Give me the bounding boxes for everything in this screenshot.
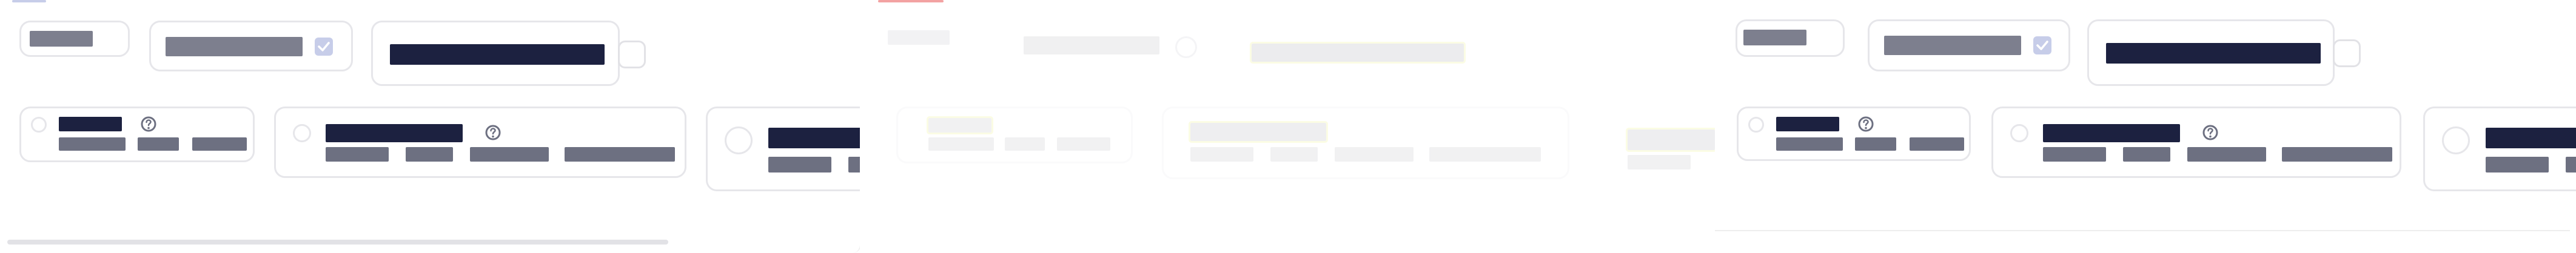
tab-accent-left — [12, 0, 46, 2]
check-icon — [318, 42, 330, 51]
checkbox-empty[interactable] — [2333, 39, 2361, 67]
checkbox-placeholder — [1175, 36, 1197, 58]
radio-button[interactable] — [2442, 126, 2470, 154]
radio-detail-placeholder — [1057, 137, 1110, 151]
option-card-checkbox[interactable] — [149, 21, 353, 71]
radio-title-placeholder — [927, 116, 993, 134]
radio-detail-placeholder — [2123, 147, 2170, 162]
radio-button[interactable] — [1748, 117, 1764, 133]
tab-accent-middle — [878, 0, 944, 2]
help-icon[interactable] — [1857, 116, 1874, 133]
panel-left — [0, 0, 888, 253]
checkbox-checked[interactable] — [2033, 36, 2051, 54]
radio-detail-placeholder — [406, 147, 453, 162]
option-label-placeholder — [1884, 36, 2021, 55]
radio-title-placeholder — [1626, 128, 1717, 152]
radio-title-placeholder — [59, 117, 122, 131]
check-icon — [2036, 41, 2048, 50]
radio-detail-placeholder — [2187, 147, 2266, 162]
option-label-placeholder — [30, 31, 93, 47]
panel-middle — [860, 0, 1717, 253]
help-icon[interactable] — [2202, 124, 2219, 141]
radio-card-1[interactable] — [1737, 107, 1971, 161]
checkbox-empty[interactable] — [618, 41, 646, 68]
radio-detail-placeholder — [59, 137, 126, 151]
radio-detail-placeholder — [1270, 147, 1318, 162]
help-icon[interactable] — [485, 124, 501, 141]
option-label-placeholder — [166, 37, 303, 56]
radio-detail-placeholder — [2566, 157, 2576, 172]
radio-card-faded-1 — [896, 107, 1133, 163]
option-card-large[interactable] — [371, 21, 646, 86]
radio-card-1[interactable] — [19, 107, 255, 162]
panel-right — [1715, 0, 2576, 253]
option-title-placeholder — [390, 44, 605, 65]
option-label-placeholder — [1024, 36, 1159, 54]
highlighted-title-placeholder — [1250, 42, 1466, 64]
radio-title-placeholder — [1189, 121, 1328, 143]
checkbox-checked[interactable] — [315, 38, 333, 56]
radio-detail-placeholder — [1855, 137, 1896, 151]
option-label-placeholder — [1743, 30, 1806, 45]
radio-detail-placeholder — [1628, 155, 1691, 169]
option-card-small[interactable] — [19, 21, 130, 57]
radio-detail-placeholder — [768, 157, 831, 172]
option-title-placeholder — [2106, 43, 2321, 64]
radio-detail-placeholder — [326, 147, 389, 162]
radio-detail-placeholder — [470, 147, 549, 162]
radio-button[interactable] — [2010, 124, 2028, 142]
radio-card-2[interactable] — [1991, 107, 2401, 178]
option-card-large[interactable] — [2087, 19, 2361, 86]
radio-card-faded-2 — [1162, 107, 1569, 179]
radio-detail-placeholder — [2043, 147, 2106, 162]
option-label-placeholder — [888, 30, 950, 45]
radio-button[interactable] — [293, 124, 311, 142]
radio-detail-placeholder — [138, 137, 179, 151]
radio-detail-placeholder — [1776, 137, 1843, 151]
horizontal-scrollbar[interactable] — [7, 240, 668, 245]
option-card-checkbox[interactable] — [1868, 19, 2070, 71]
radio-detail-placeholder — [1910, 137, 1964, 151]
radio-title-placeholder — [1776, 117, 1839, 131]
radio-detail-placeholder — [565, 147, 675, 162]
page-root — [0, 0, 2576, 253]
radio-card-3-partial[interactable] — [2423, 107, 2576, 191]
radio-detail-placeholder — [192, 137, 247, 151]
radio-title-placeholder — [326, 124, 463, 142]
radio-button[interactable] — [31, 117, 47, 133]
radio-detail-placeholder — [1190, 147, 1253, 162]
radio-detail-placeholder — [1429, 147, 1541, 162]
option-card-small[interactable] — [1736, 19, 1845, 57]
radio-detail-placeholder — [928, 137, 994, 151]
radio-detail-placeholder — [1335, 147, 1414, 162]
radio-title-placeholder — [2043, 124, 2180, 142]
radio-detail-placeholder — [1005, 137, 1045, 151]
radio-detail-placeholder — [2486, 157, 2549, 172]
radio-button[interactable] — [725, 126, 753, 154]
radio-detail-placeholder — [2282, 147, 2392, 162]
radio-title-placeholder — [768, 128, 862, 148]
help-icon[interactable] — [140, 116, 157, 133]
radio-title-placeholder — [2486, 128, 2576, 148]
panel-divider — [1715, 230, 2570, 231]
radio-card-2[interactable] — [274, 107, 686, 178]
